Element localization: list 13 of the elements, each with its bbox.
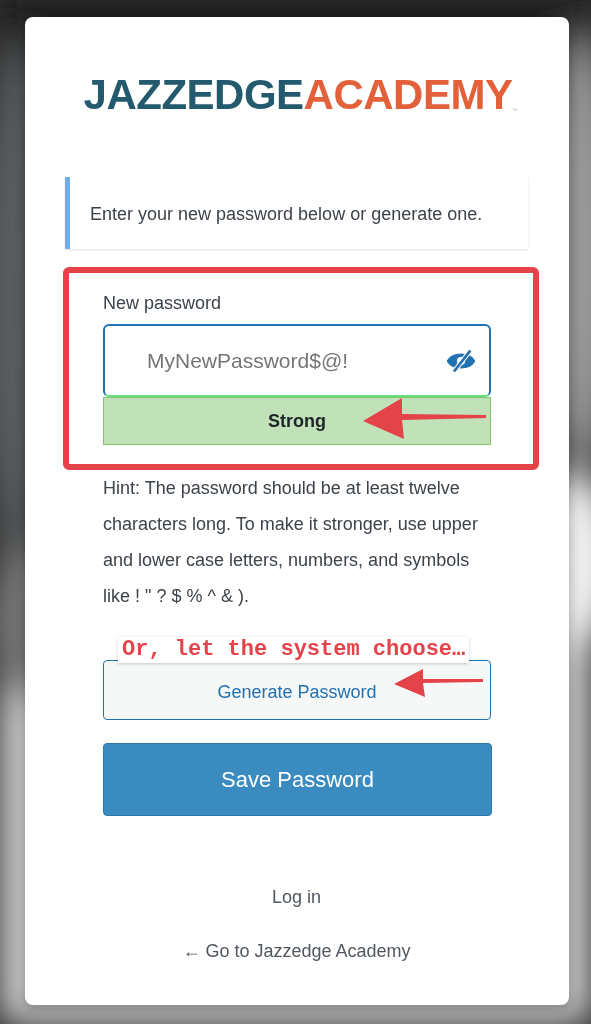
field-label: New password <box>103 292 223 314</box>
message-text: Enter your new password below or generate one. <box>90 204 483 224</box>
password-field[interactable]: MyNewPassword$@! <box>103 324 491 397</box>
callout-annotation: Or, let the system choose… <box>118 637 470 663</box>
strength-meter: Strong <box>103 397 491 445</box>
save-password-button[interactable]: Save Password <box>103 743 492 816</box>
eye-slash-icon[interactable] <box>447 348 475 373</box>
logo-text: ACADEMY <box>303 75 513 115</box>
hint-text: Hint: The password should be at least twelve characters long. To make it stronger, use upper and lower case letters, numbers, and symbols like ! " ? $ % ^ & ). <box>102 477 479 608</box>
nav-link[interactable]: ← Go to Jazzedge Academy <box>182 939 411 963</box>
nav-link[interactable]: Log in <box>271 885 321 909</box>
logo-text: JAZZEDGE <box>83 75 304 115</box>
generate-password-button[interactable]: Generate Password <box>103 660 491 720</box>
